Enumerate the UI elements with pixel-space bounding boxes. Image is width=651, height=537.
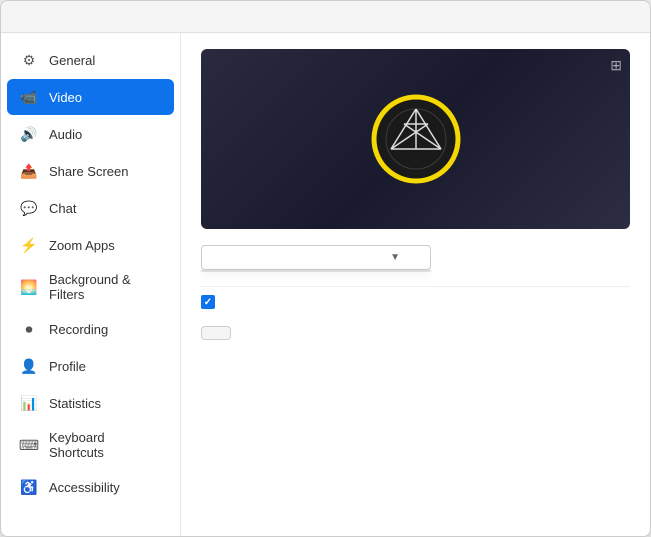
sidebar-profile-label: Profile (49, 359, 86, 374)
always-display-checkbox[interactable] (201, 295, 215, 309)
sidebar-item-recording[interactable]: ⏺ Recording (7, 311, 174, 347)
sidebar-item-keyboard-shortcuts[interactable]: ⌨ Keyboard Shortcuts (7, 422, 174, 468)
sidebar-background-filters-icon: 🌅 (19, 277, 39, 297)
sidebar-general-label: General (49, 53, 95, 68)
settings-window: ⚙ General 📹 Video 🔊 Audio 📤 Share Screen… (0, 0, 651, 537)
sidebar-zoom-apps-icon: ⚡ (19, 235, 39, 255)
sidebar-item-statistics[interactable]: 📊 Statistics (7, 385, 174, 421)
sidebar-item-general[interactable]: ⚙ General (7, 42, 174, 78)
camera-corner-icon: ⊞ (610, 57, 622, 74)
sidebar-chat-label: Chat (49, 201, 76, 216)
sidebar-statistics-icon: 📊 (19, 393, 39, 413)
sidebar-background-filters-label: Background & Filters (49, 272, 162, 302)
sidebar-profile-icon: 👤 (19, 356, 39, 376)
camera-dropdown[interactable]: ▼ (201, 245, 431, 270)
sidebar-zoom-apps-label: Zoom Apps (49, 238, 115, 253)
sidebar-accessibility-label: Accessibility (49, 480, 120, 495)
sidebar-accessibility-icon: ♿ (19, 477, 39, 497)
camera-dropdown-menu (201, 270, 431, 272)
sidebar-statistics-label: Statistics (49, 396, 101, 411)
sidebar-item-share-screen[interactable]: 📤 Share Screen (7, 153, 174, 189)
sidebar-keyboard-shortcuts-icon: ⌨ (19, 435, 39, 455)
content-area: ⚙ General 📹 Video 🔊 Audio 📤 Share Screen… (1, 33, 650, 536)
camera-preview: ⊞ (201, 49, 630, 229)
sidebar-item-video[interactable]: 📹 Video (7, 79, 174, 115)
snap-logo (371, 94, 461, 184)
sidebar-chat-icon: 💬 (19, 198, 39, 218)
sidebar-item-background-filters[interactable]: 🌅 Background & Filters (7, 264, 174, 310)
camera-dropdown-container: ▼ (201, 245, 630, 270)
sidebar-item-accessibility[interactable]: ♿ Accessibility (7, 469, 174, 505)
sidebar-audio-label: Audio (49, 127, 82, 142)
dropdown-chevron-icon: ▼ (390, 252, 400, 263)
main-panel: ⊞ (181, 33, 650, 536)
divider (201, 286, 630, 287)
sidebar-item-chat[interactable]: 💬 Chat (7, 190, 174, 226)
close-button[interactable] (622, 9, 638, 25)
sidebar-item-zoom-apps[interactable]: ⚡ Zoom Apps (7, 227, 174, 263)
sidebar-video-label: Video (49, 90, 82, 105)
sidebar-recording-label: Recording (49, 322, 108, 337)
sidebar-share-screen-label: Share Screen (49, 164, 129, 179)
sidebar-keyboard-shortcuts-label: Keyboard Shortcuts (49, 430, 162, 460)
titlebar (1, 1, 650, 33)
sidebar-item-audio[interactable]: 🔊 Audio (7, 116, 174, 152)
sidebar-item-profile[interactable]: 👤 Profile (7, 348, 174, 384)
sidebar-share-screen-icon: 📤 (19, 161, 39, 181)
advanced-button[interactable] (201, 326, 231, 340)
sidebar-video-icon: 📹 (19, 87, 39, 107)
always-display-row (201, 295, 630, 309)
sidebar: ⚙ General 📹 Video 🔊 Audio 📤 Share Screen… (1, 33, 181, 536)
sidebar-audio-icon: 🔊 (19, 124, 39, 144)
sidebar-recording-icon: ⏺ (19, 319, 39, 339)
sidebar-general-icon: ⚙ (19, 50, 39, 70)
